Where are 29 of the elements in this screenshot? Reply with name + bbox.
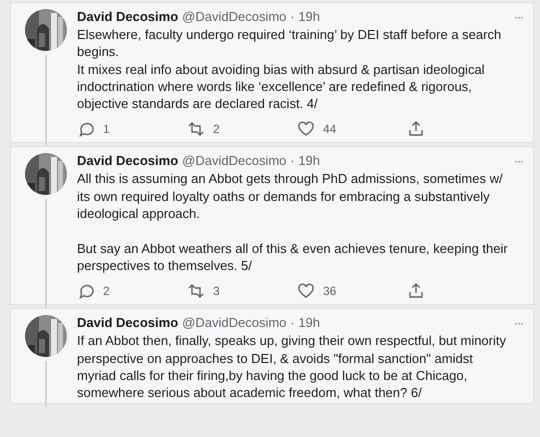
timestamp[interactable]: · 19h [290,9,320,24]
more-options-button[interactable]: ··· [514,316,523,330]
retweet-icon[interactable] [187,282,205,300]
author-name[interactable]: David Decosimo [77,153,178,168]
more-options-button[interactable]: ··· [514,154,523,168]
like-icon[interactable] [297,282,315,300]
share-icon[interactable] [407,120,425,138]
tweet-text: If an Abbot then, finally, speaks up, giving their own respectful, but minority perspective on approaches to DEI, & avoids "formal sanction" amidst myriad calls for their firing,by having the good luck to be at Chicago, somewhere serious about academic freedom, what then? 6/ [77,332,507,402]
timestamp[interactable]: · 19h [290,315,320,330]
retweet-count: 3 [213,284,220,298]
reply-icon[interactable] [77,282,95,300]
reply-count: 2 [103,284,110,298]
more-options-button[interactable]: ··· [514,10,523,24]
author-handle[interactable]: @DavidDecosimo [182,9,286,24]
author-handle[interactable]: @DavidDecosimo [182,315,286,330]
like-icon[interactable] [297,120,315,138]
like-count: 44 [323,122,336,136]
tweet-text: All this is assuming an Abbot gets through PhD admissions, sometimes w/ its own required loyalty oaths or demands for embracing a substantively ideological approach. But say an Abbot weathers all of this & even achieves tenure, keeping their perspectives to themselves. 5/ [77,170,509,274]
author-name[interactable]: David Decosimo [77,315,178,330]
retweet-icon[interactable] [187,120,205,138]
timestamp[interactable]: · 19h [290,153,320,168]
author-name[interactable]: David Decosimo [77,9,178,24]
retweet-count: 2 [213,122,220,136]
share-icon[interactable] [407,282,425,300]
reply-count: 1 [103,122,110,136]
author-handle[interactable]: @DavidDecosimo [182,153,286,168]
tweet-text: Elsewhere, faculty undergo required ‘training’ by DEI staff before a search begins. It mixes real info about avoiding bias with absurd & partisan ideological indoctrination where words like ‘excellence’ are redefined & rigorous, objective standards are declared racist. 4/ [77,26,502,112]
reply-icon[interactable] [77,120,95,138]
like-count: 36 [323,284,336,298]
